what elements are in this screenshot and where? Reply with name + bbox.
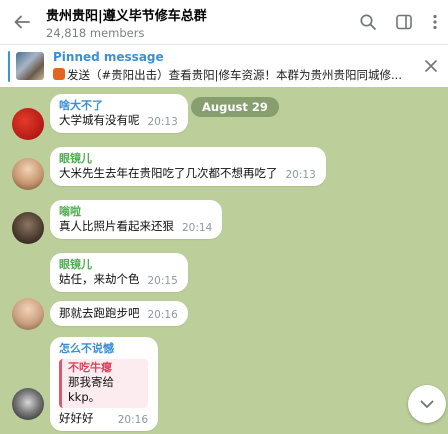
sidebar-toggle-icon xyxy=(396,14,412,30)
message-time: 20:13 xyxy=(285,169,316,181)
search-button[interactable] xyxy=(350,0,386,44)
reply-sender-name: 不吃牛瘪 xyxy=(68,361,112,374)
pinned-indicator xyxy=(8,51,10,82)
message-text: 那就去跑跑步吧 xyxy=(59,306,140,320)
message-text: 真人比照片看起来还狠 xyxy=(59,219,174,233)
pinned-preview-text: 发送（#贵阳出击）查看贵阳|修车资源！本群为贵州贵阳同城修... xyxy=(67,68,402,82)
chat-title-area[interactable]: 贵州贵阳|遵义毕节修车总群 24,818 members xyxy=(44,5,350,40)
member-count: 24,818 members xyxy=(46,25,145,40)
message-time: 20:15 xyxy=(147,275,178,287)
sender-name[interactable]: 啥大不了 xyxy=(59,99,178,113)
more-vertical-icon xyxy=(433,14,437,30)
pinned-title: Pinned message xyxy=(53,50,164,64)
pinned-text-area: Pinned message 发送（#贵阳出击）查看贵阳|修车资源！本群为贵州贵… xyxy=(53,50,408,83)
avatar[interactable] xyxy=(12,388,44,420)
avatar[interactable] xyxy=(12,212,44,244)
back-arrow-icon xyxy=(14,15,30,29)
message-text: 大学城有没有呢 xyxy=(59,113,140,127)
more-menu-button[interactable] xyxy=(422,0,448,44)
avatar[interactable] xyxy=(12,298,44,330)
message-time: 20:16 xyxy=(147,309,178,321)
message-bubble[interactable]: 嗡啦 真人比照片看起来还狠 20:14 xyxy=(50,200,223,239)
reply-text: 那我寄给kkp。 xyxy=(68,375,114,404)
pinned-message-bar[interactable]: Pinned message 发送（#贵阳出击）查看贵阳|修车资源！本群为贵州贵… xyxy=(0,44,448,87)
scroll-to-bottom-button[interactable] xyxy=(408,385,446,423)
message-text: 大米先生去年在贵阳吃了几次都不想再吃了 xyxy=(59,166,278,180)
sidebar-toggle-button[interactable] xyxy=(386,0,422,44)
message-bubble[interactable]: 眼镜儿 大米先生去年在贵阳吃了几次都不想再吃了 20:13 xyxy=(50,147,326,186)
chat-title: 贵州贵阳|遵义毕节修车总群 xyxy=(46,8,207,24)
close-icon xyxy=(425,60,437,72)
message-bubble[interactable]: 怎么不说憾 不吃牛瘪 那我寄给kkp。 好好好 20:16 xyxy=(50,337,158,431)
back-button[interactable] xyxy=(0,0,44,44)
message-time: 20:16 xyxy=(117,414,148,426)
message-text: 姑任，来劫个色 xyxy=(59,272,140,286)
search-icon xyxy=(360,14,376,30)
date-divider: August 29 xyxy=(191,97,279,117)
message-time: 20:13 xyxy=(147,116,178,128)
pinned-preview: 发送（#贵阳出击）查看贵阳|修车资源！本群为贵州贵阳同城修... xyxy=(53,67,408,83)
avatar[interactable] xyxy=(12,108,44,140)
pinned-thumbnail xyxy=(16,52,44,80)
message-bubble[interactable]: 眼镜儿 姑任，来劫个色 20:15 xyxy=(50,253,188,292)
sender-name[interactable]: 怎么不说憾 xyxy=(59,342,148,356)
sender-name[interactable]: 眼镜儿 xyxy=(59,152,316,166)
pinned-emoji-icon xyxy=(53,68,65,80)
message-time: 20:14 xyxy=(182,222,213,234)
sender-name[interactable]: 嗡啦 xyxy=(59,205,212,219)
message-bubble[interactable]: 啥大不了 大学城有没有呢 20:13 xyxy=(50,94,188,133)
reply-quote[interactable]: 不吃牛瘪 那我寄给kkp。 xyxy=(59,359,148,408)
sender-name[interactable]: 眼镜儿 xyxy=(59,258,178,272)
unpin-button[interactable] xyxy=(420,55,442,77)
avatar[interactable] xyxy=(12,158,44,190)
message-bubble[interactable]: 那就去跑跑步吧 20:16 xyxy=(50,301,188,326)
chat-header: 贵州贵阳|遵义毕节修车总群 24,818 members xyxy=(0,0,448,44)
message-text: 好好好 xyxy=(59,411,94,425)
chevron-down-icon xyxy=(420,400,434,408)
